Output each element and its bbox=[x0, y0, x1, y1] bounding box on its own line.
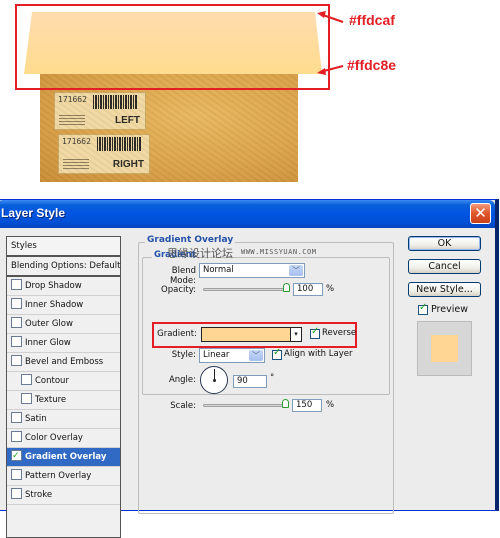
watermark-url: WWW.MISSYUAN.COM bbox=[241, 248, 317, 256]
styles-list: Styles Blending Options: Default Drop Sh… bbox=[6, 236, 121, 538]
style-item-bevel-and-emboss[interactable]: Bevel and Emboss bbox=[7, 353, 120, 372]
style-item-label: Gradient Overlay bbox=[25, 452, 107, 462]
style-item-label: Inner Shadow bbox=[25, 300, 84, 310]
style-item-pattern-overlay[interactable]: Pattern Overlay bbox=[7, 467, 120, 486]
opacity-slider-track[interactable] bbox=[203, 288, 289, 291]
cancel-button[interactable]: Cancel bbox=[408, 259, 481, 274]
style-item-label: Color Overlay bbox=[25, 433, 83, 443]
align-with-layer-label: Align with Layer bbox=[284, 349, 353, 359]
style-checkbox[interactable] bbox=[11, 488, 22, 499]
lid-highlight-box bbox=[15, 4, 330, 90]
style-item-label: Pattern Overlay bbox=[25, 471, 92, 481]
style-checkbox[interactable] bbox=[11, 431, 22, 442]
angle-unit: ° bbox=[270, 373, 275, 383]
dialog-body: Styles Blending Options: Default Drop Sh… bbox=[0, 228, 495, 538]
style-checkbox[interactable] bbox=[11, 469, 22, 480]
style-item-texture[interactable]: Texture bbox=[7, 391, 120, 410]
style-checkbox[interactable] bbox=[11, 336, 22, 347]
styles-header[interactable]: Styles bbox=[7, 237, 120, 257]
style-item-label: Inner Glow bbox=[25, 338, 71, 348]
preview-checkbox[interactable] bbox=[418, 302, 428, 315]
style-item-contour[interactable]: Contour bbox=[7, 372, 120, 391]
angle-input[interactable]: 90 bbox=[233, 375, 267, 388]
group-title: Gradient Overlay bbox=[145, 235, 236, 245]
scale-unit: % bbox=[326, 400, 335, 410]
style-select[interactable]: Linear ﹀ bbox=[199, 348, 265, 363]
dialog-titlebar[interactable]: Layer Style ✕ bbox=[0, 200, 495, 228]
dialog-title: Layer Style bbox=[1, 206, 66, 220]
color-annotation-top: #ffdcaf bbox=[349, 12, 395, 28]
style-item-stroke[interactable]: Stroke bbox=[7, 486, 120, 505]
style-item-drop-shadow[interactable]: Drop Shadow bbox=[7, 277, 120, 296]
blend-mode-label: Blend Mode: bbox=[169, 266, 196, 286]
gradient-label: Gradient: bbox=[157, 329, 197, 339]
box-illustration: 171662 LEFT 171662 RIGHT #ffdcaf #ffdc8e bbox=[0, 0, 500, 198]
align-with-layer-checkbox[interactable] bbox=[272, 347, 282, 360]
style-item-label: Texture bbox=[35, 395, 67, 405]
opacity-slider-thumb[interactable] bbox=[283, 283, 290, 292]
style-checkbox[interactable] bbox=[11, 412, 22, 423]
style-item-color-overlay[interactable]: Color Overlay bbox=[7, 429, 120, 448]
new-style-button[interactable]: New Style... bbox=[408, 282, 481, 297]
reverse-checkbox[interactable] bbox=[310, 326, 320, 339]
style-item-label: Satin bbox=[25, 414, 47, 424]
opacity-label: Opacity: bbox=[161, 285, 196, 295]
style-value: Linear bbox=[203, 350, 230, 360]
style-checkbox[interactable] bbox=[11, 355, 22, 366]
scale-slider-thumb[interactable] bbox=[282, 399, 289, 408]
preview-label: Preview bbox=[431, 304, 468, 315]
color-annotation-bottom: #ffdc8e bbox=[347, 57, 397, 73]
style-checkbox[interactable] bbox=[11, 298, 22, 309]
style-item-gradient-overlay[interactable]: Gradient Overlay bbox=[7, 447, 120, 467]
style-label: Style: bbox=[171, 350, 196, 360]
style-checkbox[interactable] bbox=[11, 279, 22, 290]
style-item-label: Contour bbox=[35, 376, 69, 386]
layer-style-dialog: Layer Style ✕ Styles Blending Options: D… bbox=[0, 199, 499, 538]
blend-mode-value: Normal bbox=[203, 265, 234, 275]
scale-input[interactable]: 150 bbox=[292, 399, 322, 412]
ok-button[interactable]: OK bbox=[408, 236, 481, 251]
style-item-label: Stroke bbox=[25, 490, 53, 500]
opacity-unit: % bbox=[326, 284, 335, 294]
chevron-down-icon: ﹀ bbox=[249, 350, 263, 361]
style-item-inner-shadow[interactable]: Inner Shadow bbox=[7, 296, 120, 315]
scale-slider-track[interactable] bbox=[203, 404, 289, 407]
blending-options-item[interactable]: Blending Options: Default bbox=[7, 257, 120, 277]
style-checkbox[interactable] bbox=[11, 317, 22, 328]
chevron-down-icon: ﹀ bbox=[289, 265, 303, 276]
blend-mode-select[interactable]: Normal ﹀ bbox=[199, 263, 305, 278]
gradient-picker[interactable] bbox=[201, 327, 291, 342]
angle-dial[interactable] bbox=[200, 366, 228, 394]
preview-swatch bbox=[431, 335, 458, 362]
watermark-text: 思缘设计论坛 bbox=[167, 247, 233, 260]
style-item-outer-glow[interactable]: Outer Glow bbox=[7, 315, 120, 334]
opacity-input[interactable]: 100 bbox=[293, 283, 323, 296]
style-item-label: Bevel and Emboss bbox=[25, 357, 104, 367]
gradient-dropdown-button[interactable]: ▾ bbox=[291, 327, 302, 342]
triangle-down-icon: ▾ bbox=[294, 330, 298, 338]
close-button[interactable]: ✕ bbox=[470, 203, 491, 224]
angle-label: Angle: bbox=[168, 375, 196, 385]
reverse-label: Reverse bbox=[322, 328, 357, 338]
style-checkbox[interactable] bbox=[21, 393, 32, 404]
style-checkbox[interactable] bbox=[11, 447, 22, 465]
style-item-inner-glow[interactable]: Inner Glow bbox=[7, 334, 120, 353]
style-item-satin[interactable]: Satin bbox=[7, 410, 120, 429]
close-x-icon: ✕ bbox=[474, 204, 487, 222]
preview-thumbnail bbox=[417, 321, 472, 376]
style-item-label: Drop Shadow bbox=[25, 281, 82, 291]
style-checkbox[interactable] bbox=[21, 374, 32, 385]
style-item-label: Outer Glow bbox=[25, 319, 73, 329]
scale-label: Scale: bbox=[170, 401, 196, 411]
